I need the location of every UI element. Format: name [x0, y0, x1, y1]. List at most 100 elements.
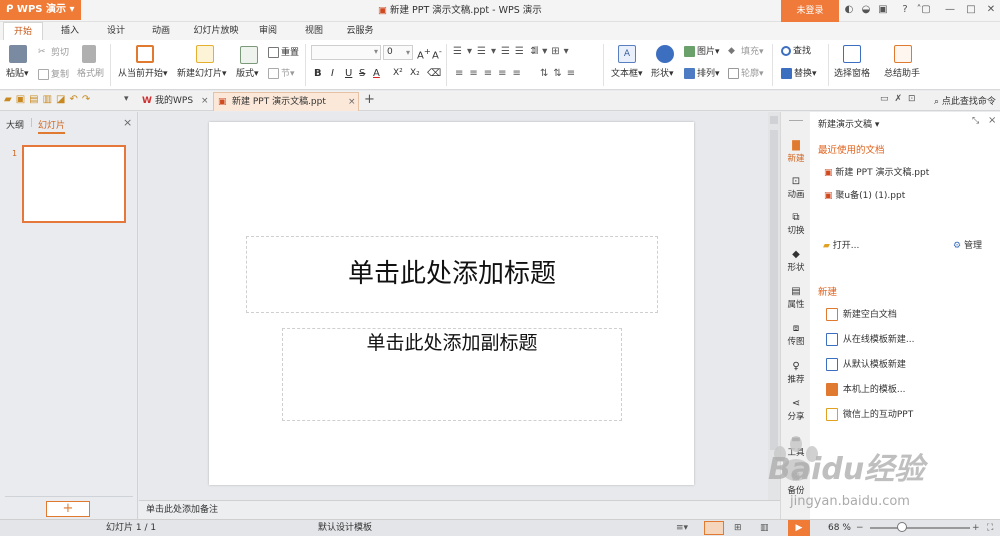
new-from-online-template[interactable]: 从在线模板新建... — [826, 332, 914, 346]
font-color-button[interactable]: A — [373, 68, 380, 79]
slide-sorter-icon[interactable]: ⊞ — [734, 520, 742, 536]
side-tab-new[interactable]: ▇ 新建 — [781, 140, 811, 164]
scroll-thumb[interactable] — [770, 130, 778, 450]
drag-handle[interactable] — [789, 120, 803, 121]
shrink-font-button[interactable]: A- — [432, 46, 442, 61]
scroll-up-arrow[interactable] — [770, 116, 778, 124]
textbox-button[interactable]: 文本框▾ — [611, 69, 643, 80]
zoom-in-icon[interactable]: + — [972, 520, 980, 536]
maximize-icon[interactable]: □ — [965, 4, 977, 16]
tab-review[interactable]: 审阅 — [251, 22, 285, 40]
title-placeholder[interactable]: 单击此处添加标题 — [246, 236, 658, 313]
close-panel-icon[interactable]: × — [123, 116, 132, 129]
recent-doc-item[interactable]: ▣ 新建 PPT 演示文稿.ppt — [824, 165, 929, 178]
quick-access-icons[interactable]: ▰▣▤▥◪↶↷ — [4, 94, 94, 105]
recent-doc-item[interactable]: ▣ 聚u备(1) (1).ppt — [824, 188, 905, 201]
underline-button[interactable]: U — [345, 68, 352, 79]
minimize-icon[interactable]: — — [944, 4, 956, 16]
backup-icon[interactable]: ▣ — [877, 4, 889, 16]
shape-button[interactable]: 形状▾ — [651, 69, 674, 80]
font-name-select[interactable]: ▾ — [311, 45, 381, 60]
tab-tools-icons[interactable]: ▭✗⊡ — [880, 94, 922, 104]
side-tab-upload-image[interactable]: ⧈ 传图 — [781, 323, 811, 347]
grow-font-button[interactable]: A+ — [417, 46, 431, 61]
fill-button[interactable]: ◆ 填充▾ — [728, 46, 764, 58]
section-button[interactable]: 节▾ — [268, 68, 295, 80]
close-icon[interactable]: ✕ — [985, 4, 997, 16]
side-tab-tools[interactable]: ▬ 工具 — [781, 434, 811, 458]
font-size-select[interactable]: 0 ▾ — [383, 45, 413, 60]
tab-slideshow[interactable]: 幻灯片放映 — [188, 22, 244, 40]
strikethrough-button[interactable]: S — [359, 68, 365, 79]
normal-view-button[interactable] — [704, 521, 724, 535]
replace-button[interactable]: 替换▾ — [781, 68, 817, 80]
side-tab-recommend[interactable]: ♀ 推荐 — [781, 361, 811, 385]
tab-my-wps[interactable]: W 我的WPS × — [137, 92, 211, 111]
paste-button[interactable]: 粘贴▾ — [6, 69, 29, 80]
add-slide-button[interactable]: + — [46, 501, 90, 517]
login-button[interactable]: 未登录 — [781, 0, 839, 22]
view-options-icon[interactable]: ≡▾ — [676, 520, 688, 536]
tab-start[interactable]: 开始 — [3, 22, 43, 40]
bold-button[interactable]: B — [314, 68, 322, 79]
selection-pane-button[interactable]: 选择窗格 — [834, 69, 870, 80]
tab-outline[interactable]: 大纲 — [6, 118, 24, 131]
tab-cloud[interactable]: 云服务 — [340, 22, 380, 40]
reset-button[interactable]: 重置 — [268, 47, 299, 59]
paragraph-extra-icons[interactable]: ⫴▾⊞▾ — [534, 46, 573, 57]
tab-animation[interactable]: 动画 — [143, 22, 179, 40]
tab-current-document[interactable]: ▣ 新建 PPT 演示文稿.ppt × — [213, 92, 359, 111]
skin-icon[interactable]: ◐ — [843, 4, 855, 16]
command-search[interactable]: ⌕ 点此查找命令 — [934, 94, 996, 107]
side-tab-backup[interactable]: ⊠ 备份 — [781, 472, 811, 496]
customize-arrow-icon[interactable]: ▾ — [124, 94, 129, 104]
design-template[interactable]: 默认设计模板 — [318, 520, 372, 536]
superscript-button[interactable]: X² — [393, 68, 403, 79]
text-direction-icons[interactable]: ⇅⇅≡ — [540, 68, 580, 79]
cloud-icon[interactable]: ◒ — [860, 4, 872, 16]
outline-button[interactable]: 轮廓▾ — [728, 68, 764, 80]
align-icons[interactable]: ≡≡≡≡≡ — [455, 68, 527, 79]
new-from-default-template[interactable]: 从默认模板新建 — [826, 357, 906, 371]
close-tab-icon[interactable]: × — [201, 92, 209, 110]
help-icon[interactable]: ? — [899, 4, 911, 16]
from-current-button[interactable]: 从当前开始▾ — [118, 69, 168, 80]
italic-button[interactable]: I — [331, 68, 334, 79]
slide-canvas[interactable]: 单击此处添加标题 单击此处添加副标题 — [209, 122, 694, 485]
new-tab-plus-icon[interactable]: + — [364, 92, 375, 107]
zoom-slider[interactable] — [870, 527, 970, 529]
clear-format-icon[interactable]: ⌫ — [427, 68, 441, 79]
side-tab-shape[interactable]: ◆ 形状 — [781, 249, 811, 273]
play-slideshow-button[interactable]: ▶ — [788, 520, 810, 536]
subscript-button[interactable]: X₂ — [410, 68, 420, 79]
task-pane-header[interactable]: 新建演示文稿 ▾ — [818, 117, 879, 130]
new-blank-doc[interactable]: 新建空白文档 — [826, 307, 897, 321]
restore-icon[interactable]: ▢ — [920, 4, 932, 16]
side-tab-transition[interactable]: ⧉ 切换 — [781, 212, 811, 236]
picture-button[interactable]: 图片▾ — [684, 46, 720, 58]
zoom-slider-thumb[interactable] — [897, 522, 907, 532]
layout-button[interactable]: 版式▾ — [236, 69, 259, 80]
side-tab-share[interactable]: ⋖ 分享 — [781, 398, 811, 422]
close-tab-icon[interactable]: × — [348, 93, 356, 111]
vertical-scrollbar[interactable] — [768, 112, 780, 500]
wechat-interactive-ppt[interactable]: 微信上的互动PPT — [826, 407, 913, 421]
reading-view-icon[interactable]: ▥ — [760, 520, 769, 536]
copy-button[interactable]: 复制 — [38, 69, 69, 81]
notes-pane[interactable]: 单击此处添加备注 — [139, 500, 780, 519]
close-pane-icon[interactable]: × — [988, 115, 996, 126]
tab-design[interactable]: 设计 — [98, 22, 134, 40]
open-button[interactable]: ▰ 打开... — [823, 238, 859, 251]
zoom-out-icon[interactable]: − — [856, 520, 864, 536]
side-tab-animation[interactable]: ⊡ 动画 — [781, 176, 811, 200]
new-slide-button[interactable]: 新建幻灯片▾ — [177, 69, 227, 80]
summary-assistant-button[interactable]: 总结助手 — [884, 69, 920, 80]
app-menu-button[interactable]: ᑭ WPS 演示 ▾ — [0, 0, 81, 20]
tab-view[interactable]: 视图 — [297, 22, 331, 40]
tab-insert[interactable]: 插入 — [52, 22, 88, 40]
fit-window-icon[interactable]: ⛶ — [987, 520, 993, 536]
format-painter-button[interactable]: 格式刷 — [77, 69, 104, 80]
arrange-button[interactable]: 排列▾ — [684, 68, 720, 80]
find-button[interactable]: 查找 — [781, 46, 811, 58]
side-tab-properties[interactable]: ▤ 属性 — [781, 286, 811, 310]
